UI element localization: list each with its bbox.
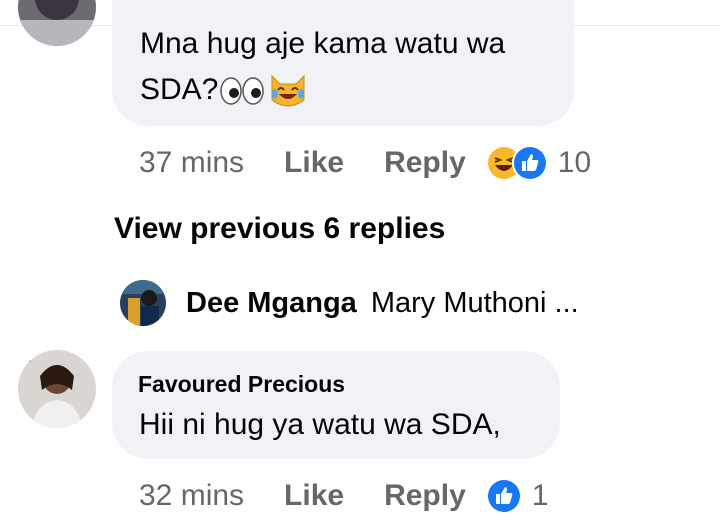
avatar[interactable] [18, 0, 96, 46]
comment-text: Hii ni hug ya watu wa SDA, [139, 408, 501, 441]
view-previous-replies-link[interactable]: View previous 6 replies [114, 212, 445, 246]
reply-author[interactable]: Dee Mganga [186, 287, 357, 320]
like-reaction-icon [511, 145, 548, 181]
like-button[interactable]: Like [284, 146, 344, 180]
eyes-emoji-icon [220, 76, 266, 106]
reactions-summary[interactable]: 10 [485, 145, 592, 181]
reaction-count: 10 [557, 146, 592, 179]
comment-actions: 32 mins Like Reply 1 [139, 476, 548, 516]
comment-text: Mna hug aje kama watu wa [140, 27, 506, 60]
timestamp: 32 mins [139, 479, 245, 512]
comment-author[interactable]: Favoured Precious [138, 371, 345, 398]
comment-bubble: Mna hug aje kama watu wa SDA? [112, 0, 574, 126]
comment-text-line2: SDA? [140, 68, 308, 112]
reply-button[interactable]: Reply [384, 479, 466, 513]
like-button[interactable]: Like [284, 479, 344, 513]
comment-bubble: Favoured Precious Hii ni hug ya watu wa … [112, 351, 560, 459]
avatar[interactable] [18, 350, 96, 428]
collapsed-reply[interactable]: Dee Mganga Mary Muthoni ... [120, 280, 579, 326]
reply-preview: Mary Muthoni ... [370, 286, 579, 319]
laughing-cat-emoji-icon [268, 72, 308, 110]
comment-actions: 37 mins Like Reply 10 [139, 143, 591, 183]
reaction-count: 1 [531, 479, 549, 512]
reply-button[interactable]: Reply [384, 146, 466, 180]
timestamp: 37 mins [139, 146, 245, 179]
reactions-summary[interactable]: 1 [485, 478, 549, 514]
avatar [120, 280, 166, 326]
like-reaction-icon [485, 478, 522, 514]
